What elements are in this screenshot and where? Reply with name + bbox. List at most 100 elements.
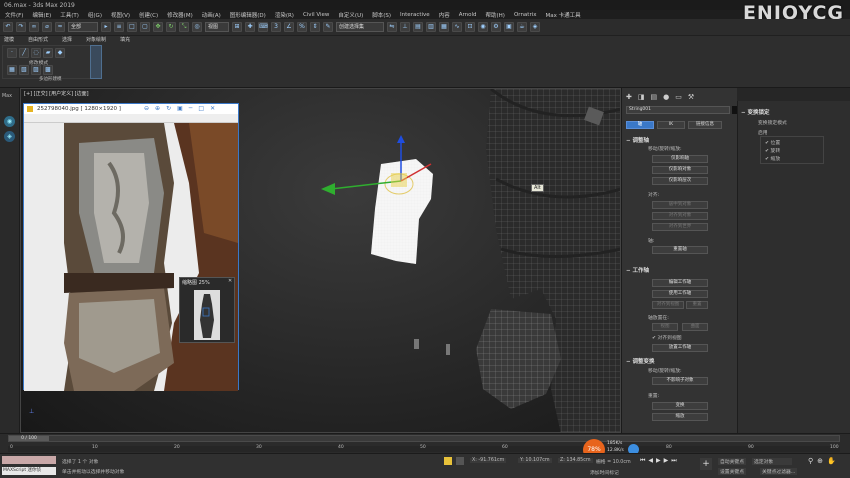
ribbon-toggle-icon[interactable]: ▦ [439, 22, 449, 32]
rotate-icon[interactable]: ↻ [166, 105, 171, 112]
pan-icon[interactable]: ✋ [827, 457, 836, 465]
redo-icon[interactable]: ↷ [16, 22, 26, 32]
maximize-icon[interactable]: □ [198, 105, 204, 112]
ik-tab[interactable]: IK [657, 121, 685, 129]
unlink-icon[interactable]: ⌀ [42, 22, 52, 32]
undo-icon[interactable]: ↶ [3, 22, 13, 32]
adjust-transform-header[interactable]: − 调整变换 [626, 357, 655, 365]
menu-item[interactable]: Arnold [459, 12, 477, 18]
create-tab-icon[interactable]: ✚ [626, 93, 632, 101]
maxscript-mini-listener[interactable]: MAXScript 迷你侦 [2, 467, 56, 475]
y-coordinate[interactable]: Y: 10.107cm [518, 458, 552, 463]
adjust-pivot-header[interactable]: − 调整轴 [626, 136, 649, 144]
key-filters-button[interactable]: 关键点过滤器... [760, 468, 798, 475]
angle-snap-icon[interactable]: ∠ [284, 22, 294, 32]
schematic-view-icon[interactable]: ⊡ [465, 22, 475, 32]
window-crossing-icon[interactable]: ▢ [140, 22, 150, 32]
menu-item[interactable]: 工具(T) [60, 11, 79, 19]
select-object-icon[interactable]: ▸ [101, 22, 111, 32]
use-working-pivot-button[interactable]: 使用工作轴 [652, 290, 708, 298]
pivot-tab[interactable]: 轴 [626, 121, 654, 129]
scene-explorer-icon[interactable]: ▤ [413, 22, 423, 32]
select-move-icon[interactable]: ✥ [153, 22, 163, 32]
align-to-view-button[interactable]: 对齐到视图 [652, 301, 684, 309]
close-icon[interactable]: ✕ [210, 105, 215, 112]
menu-item[interactable]: Interactive [400, 12, 430, 18]
menu-item[interactable]: 编辑(E) [32, 11, 51, 19]
selection-filter-dropdown[interactable]: 全部 [68, 22, 98, 32]
place-view-button[interactable]: 视图 [652, 323, 678, 331]
edit-poly-icon[interactable]: ▧ [19, 65, 29, 75]
link-icon[interactable]: ∞ [29, 22, 39, 32]
edge-icon[interactable]: ╱ [19, 48, 29, 58]
place-pivot-button[interactable]: 放置工作轴 [652, 344, 708, 352]
reference-image-window[interactable]: 252798040.jpg [ 1280×1920 ] ⊖ ⊕ ↻ ▣ ─ □ … [23, 103, 239, 391]
menu-item[interactable]: 自定义(U) [338, 11, 363, 19]
bind-spacewarp-icon[interactable]: ≈ [55, 22, 65, 32]
curve-editor-icon[interactable]: ∿ [452, 22, 462, 32]
ribbon-tab[interactable]: 对象绘制 [86, 36, 106, 44]
affect-hierarchy-only-button[interactable]: 仅影响层次 [652, 177, 708, 185]
ribbon-tab[interactable]: 建模 [4, 36, 14, 44]
layer-explorer-icon[interactable]: ▥ [426, 22, 436, 32]
go-to-start-icon[interactable]: ⏮ [640, 457, 645, 465]
center-to-object-button[interactable]: 居中到对象 [652, 201, 708, 209]
reset-pivot-button[interactable]: 重置轴 [652, 246, 708, 254]
time-slider[interactable]: 0 / 100 [8, 435, 840, 442]
next-frame-icon[interactable]: ▶ [664, 457, 669, 465]
mirror-icon[interactable]: ⇋ [387, 22, 397, 32]
add-time-tag[interactable]: 添加时间标记 [590, 469, 619, 476]
align-to-world-button[interactable]: 对齐到世界 [652, 223, 708, 231]
manipulate-icon[interactable]: ✚ [245, 22, 255, 32]
fit-icon[interactable]: ▣ [177, 105, 183, 112]
lock-scale-checkbox[interactable]: ✔ 缩放 [765, 155, 780, 162]
z-coordinate[interactable]: Z: 134.85cm [558, 458, 593, 463]
keyboard-shortcut-icon[interactable]: ⌨ [258, 22, 268, 32]
zoom-all-icon[interactable]: ⊕ [817, 457, 823, 465]
menu-item[interactable]: 创建(C) [139, 11, 158, 19]
align-icon[interactable]: ⊥ [400, 22, 410, 32]
menu-item[interactable]: 渲染(R) [275, 11, 294, 19]
display-tab-icon[interactable]: ▭ [675, 93, 682, 101]
rect-selection-icon[interactable]: □ [127, 22, 137, 32]
polygon-icon[interactable]: ▰ [43, 48, 53, 58]
reference-coordinate-dropdown[interactable]: 视图 [205, 22, 229, 32]
align-to-object-button[interactable]: 对齐到对象 [652, 212, 708, 220]
menu-item[interactable]: 动画(A) [202, 11, 221, 19]
working-pivot-header[interactable]: − 工作轴 [626, 266, 649, 274]
time-slider-thumb[interactable]: 0 / 100 [9, 436, 49, 441]
lock-position-checkbox[interactable]: ✔ 位置 [765, 139, 780, 146]
previous-frame-icon[interactable]: ◀ [648, 457, 653, 465]
dont-affect-children-button[interactable]: 不影响子对象 [652, 377, 708, 385]
vertex-icon[interactable]: · [7, 48, 17, 58]
menu-item[interactable]: 内容 [439, 11, 450, 19]
viewport-perspective[interactable]: [+] [正交] [用户定义] [边面] ⊥ Alt 252798040.jpg… [20, 88, 621, 433]
render-setup-icon[interactable]: ⚙ [491, 22, 501, 32]
render-frame-icon[interactable]: ▣ [504, 22, 514, 32]
autokey-button[interactable]: 自动关键点 [718, 458, 746, 465]
zoom-in-icon[interactable]: ⊕ [155, 105, 160, 112]
menu-item[interactable]: 修改器(M) [167, 11, 193, 19]
edit-working-pivot-button[interactable]: 编辑工作轴 [652, 279, 708, 287]
x-coordinate[interactable]: X: -91.761cm [470, 458, 507, 463]
menu-item[interactable]: 图形编辑器(D) [230, 11, 266, 19]
menu-item[interactable]: Max 卡通工具 [546, 11, 581, 19]
ribbon-tab[interactable]: 选择 [62, 36, 72, 44]
menu-item[interactable]: Ornatrix [514, 12, 537, 18]
material-editor-icon[interactable]: ◉ [478, 22, 488, 32]
zoom-icon[interactable]: ⚲ [808, 457, 813, 465]
hierarchy-tab-icon[interactable]: ▤ [651, 93, 658, 101]
utilities-tab-icon[interactable]: ⚒ [688, 93, 694, 101]
collapse-icon[interactable]: ▨ [31, 65, 41, 75]
render-production-icon[interactable]: ◈ [530, 22, 540, 32]
menu-item[interactable]: Civil View [303, 12, 329, 18]
thumbnail-window[interactable]: 缩略图 25% ✕ [179, 277, 235, 343]
preserve-uv-icon[interactable]: ▩ [43, 65, 53, 75]
go-to-end-icon[interactable]: ⏭ [671, 457, 676, 465]
element-icon[interactable]: ◆ [55, 48, 65, 58]
modify-tab-icon[interactable]: ◨ [638, 93, 645, 101]
named-selection-sets-dropdown[interactable]: 创建选择集 [336, 22, 384, 32]
select-by-name-icon[interactable]: ≡ [114, 22, 124, 32]
set-key-plus-icon[interactable]: + [700, 458, 712, 470]
play-icon[interactable]: ▶ [656, 457, 661, 465]
